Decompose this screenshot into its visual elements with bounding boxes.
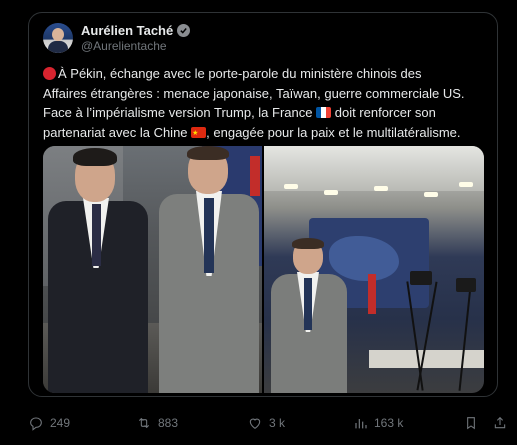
reply-count: 249 <box>50 416 71 430</box>
tripod-leg <box>458 286 472 391</box>
views-count: 163 k <box>374 416 404 430</box>
red-circle-icon <box>43 67 56 80</box>
share-icon <box>494 416 506 429</box>
like-button[interactable]: 3 k <box>247 415 285 431</box>
author-display-name[interactable]: Aurélien Taché <box>81 23 173 39</box>
repost-count: 883 <box>158 416 179 430</box>
repost-icon <box>138 417 150 429</box>
tweet-media <box>43 146 484 393</box>
tweet-line-4b: , engagée pour la paix et le multilatéra… <box>206 124 461 140</box>
ceiling-light <box>424 192 438 197</box>
share-button[interactable] <box>492 415 508 431</box>
media-photo-2[interactable] <box>264 146 484 393</box>
views-chart-icon <box>355 419 367 429</box>
tweet-line-3a: Face à l’impérialisme version Trump, la … <box>43 105 313 120</box>
bookmark-icon <box>467 417 475 430</box>
reply-button[interactable]: 249 <box>28 415 70 431</box>
like-count: 3 k <box>269 416 286 430</box>
tweet-actions: 249 883 3 k 163 k <box>28 412 508 434</box>
photo-desk <box>369 350 484 368</box>
tweet-header: Aurélien Taché @Aurelientache <box>43 23 191 53</box>
ceiling-light <box>284 184 298 189</box>
avatar[interactable] <box>43 23 73 53</box>
tweet-line-3b: doit renforcer son <box>334 105 436 120</box>
media-photo-1[interactable] <box>43 146 262 393</box>
tweet-line-4a: partenariat avec la Chine <box>43 124 188 140</box>
views-button[interactable]: 163 k <box>352 415 403 431</box>
ceiling-light <box>459 182 473 187</box>
ceiling-light <box>324 190 338 195</box>
bookmark-button[interactable] <box>463 415 479 431</box>
tweet-line-2: Affaires étrangères : menace japonaise, … <box>43 85 465 101</box>
repost-button[interactable]: 883 <box>136 415 178 431</box>
heart-icon <box>249 418 261 429</box>
reply-icon <box>30 417 42 431</box>
photo-person-standing <box>269 236 349 393</box>
camera <box>410 271 432 285</box>
tweet-text: À Pékin, échange avec le porte-parole du… <box>43 64 491 143</box>
flag-china-icon <box>191 124 207 143</box>
photo-flag <box>368 274 376 314</box>
photo-person-right <box>155 146 262 393</box>
ceiling-light <box>374 186 388 191</box>
verified-badge-icon <box>177 24 191 38</box>
camera <box>456 278 476 292</box>
author-display-name-row[interactable]: Aurélien Taché <box>81 23 191 39</box>
author-names: Aurélien Taché @Aurelientache <box>81 23 191 53</box>
photo-person-left <box>43 146 153 393</box>
flag-france-icon <box>316 107 332 118</box>
tweet-line-1: À Pékin, échange avec le porte-parole du… <box>58 66 422 81</box>
author-handle[interactable]: @Aurelientache <box>81 39 190 53</box>
tweet-card[interactable]: Aurélien Taché @Aurelientache À Pékin, é… <box>28 12 498 397</box>
